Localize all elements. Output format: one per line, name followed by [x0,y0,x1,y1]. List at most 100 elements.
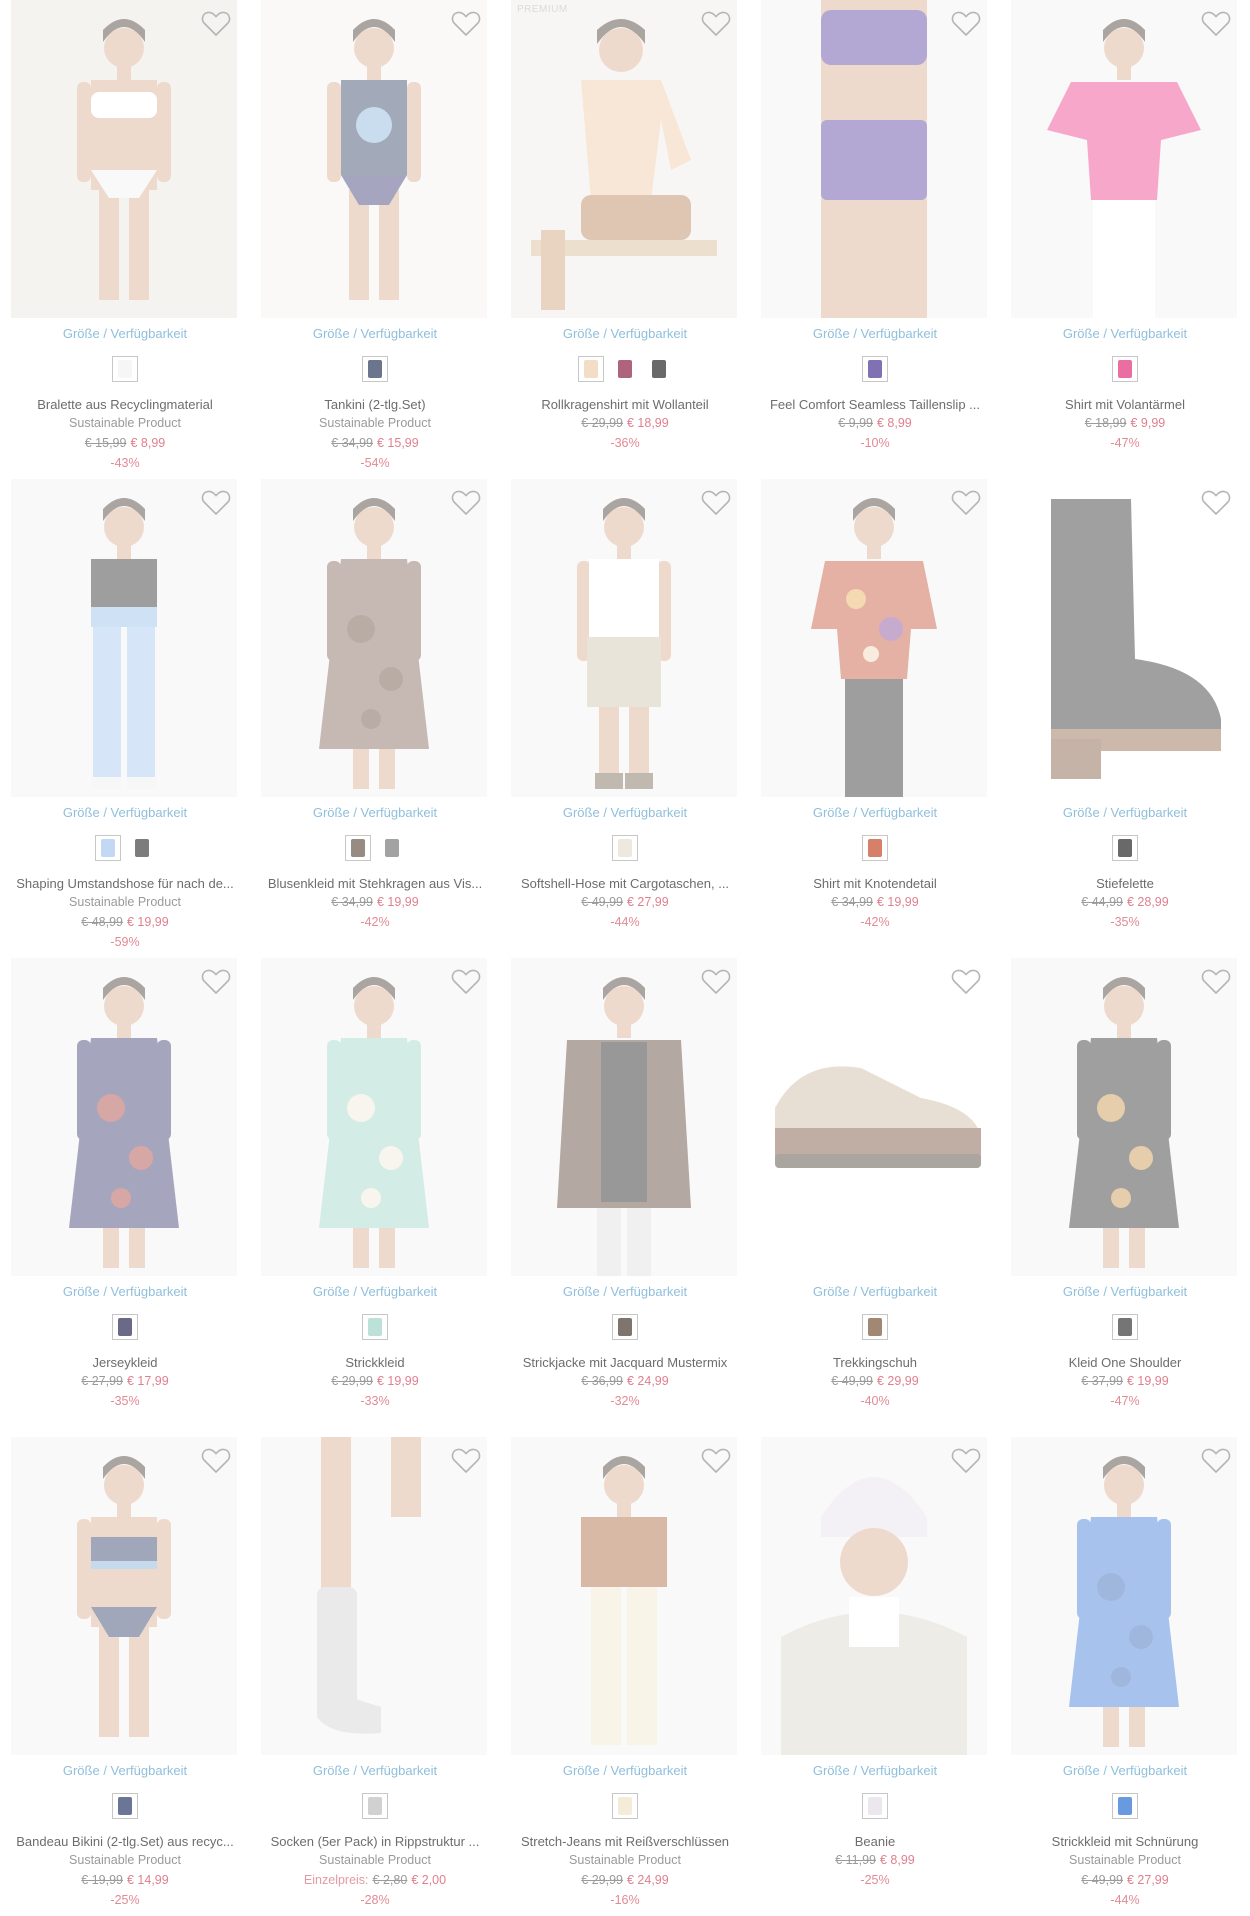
size-availability-link[interactable]: Größe / Verfügbarkeit [500,1284,750,1299]
color-swatch[interactable] [1112,1314,1138,1340]
product-card[interactable]: Größe / Verfügbarkeit Shirt mit Volantärm… [1000,0,1250,479]
product-title[interactable]: Bandeau Bikini (2-tlg.Set) aus recyc... [6,1834,244,1849]
product-card[interactable]: Größe / Verfügbarkeit Beanie € 11,99 € 8,99… [750,1437,1000,1916]
wishlist-heart-icon[interactable] [701,10,731,37]
color-swatch[interactable] [112,1793,138,1819]
product-title[interactable]: Kleid One Shoulder [1006,1355,1244,1370]
product-card[interactable]: PREMIUM Größe / Verfügbarkeit Rollkragensh… [500,0,750,479]
product-card[interactable]: Größe / Verfügbarkeit Strickkleid € 29,99 €… [250,958,500,1437]
product-image[interactable] [261,1437,487,1755]
product-title[interactable]: Trekkingschuh [756,1355,994,1370]
wishlist-heart-icon[interactable] [1201,489,1231,516]
product-card[interactable]: Größe / Verfügbarkeit Socken (5er Pack) i… [250,1437,500,1916]
product-card[interactable]: Größe / Verfügbarkeit Kleid One Shoulder €… [1000,958,1250,1437]
product-title[interactable]: Jerseykleid [6,1355,244,1370]
size-availability-link[interactable]: Größe / Verfügbarkeit [1000,805,1250,820]
wishlist-heart-icon[interactable] [451,489,481,516]
size-availability-link[interactable]: Größe / Verfügbarkeit [500,326,750,341]
size-availability-link[interactable]: Größe / Verfügbarkeit [750,1763,1000,1778]
product-title[interactable]: Stretch-Jeans mit Reißverschlüssen [506,1834,744,1849]
wishlist-heart-icon[interactable] [451,1447,481,1474]
size-availability-link[interactable]: Größe / Verfügbarkeit [0,1284,250,1299]
product-image[interactable] [761,1437,987,1755]
wishlist-heart-icon[interactable] [701,1447,731,1474]
product-image[interactable] [761,958,987,1276]
color-swatch[interactable] [379,835,405,861]
wishlist-heart-icon[interactable] [951,1447,981,1474]
color-swatch[interactable] [362,356,388,382]
product-title[interactable]: Feel Comfort Seamless Taillenslip ... [756,397,994,412]
wishlist-heart-icon[interactable] [201,489,231,516]
wishlist-heart-icon[interactable] [201,1447,231,1474]
color-swatch[interactable] [612,835,638,861]
product-card[interactable]: Größe / Verfügbarkeit Feel Comfort Seamle… [750,0,1000,479]
product-card[interactable]: Größe / Verfügbarkeit Tankini (2-tlg.Set)… [250,0,500,479]
color-swatch[interactable] [612,356,638,382]
wishlist-heart-icon[interactable] [1201,1447,1231,1474]
product-image[interactable] [1011,958,1237,1276]
product-title[interactable]: Rollkragenshirt mit Wollanteil [506,397,744,412]
product-title[interactable]: Shirt mit Knotendetail [756,876,994,891]
product-title[interactable]: Socken (5er Pack) in Rippstruktur ... [256,1834,494,1849]
color-swatch[interactable] [612,1793,638,1819]
color-swatch[interactable] [862,1314,888,1340]
product-image[interactable] [261,958,487,1276]
product-card[interactable]: Größe / Verfügbarkeit Shirt mit Knotendet… [750,479,1000,958]
color-swatch[interactable] [112,1314,138,1340]
size-availability-link[interactable]: Größe / Verfügbarkeit [0,805,250,820]
product-title[interactable]: Bralette aus Recyclingmaterial [6,397,244,412]
product-title[interactable]: Strickjacke mit Jacquard Mustermix [506,1355,744,1370]
product-title[interactable]: Beanie [756,1834,994,1849]
color-swatch[interactable] [862,1793,888,1819]
product-title[interactable]: Shaping Umstandshose für nach de... [6,876,244,891]
wishlist-heart-icon[interactable] [951,968,981,995]
color-swatch[interactable] [1112,1793,1138,1819]
color-swatch[interactable] [1112,356,1138,382]
color-swatch[interactable] [646,356,672,382]
product-title[interactable]: Blusenkleid mit Stehkragen aus Vis... [256,876,494,891]
color-swatch[interactable] [362,1793,388,1819]
size-availability-link[interactable]: Größe / Verfügbarkeit [750,1284,1000,1299]
color-swatch[interactable] [612,1314,638,1340]
size-availability-link[interactable]: Größe / Verfügbarkeit [750,326,1000,341]
color-swatch[interactable] [1112,835,1138,861]
product-title[interactable]: Softshell-Hose mit Cargotaschen, ... [506,876,744,891]
color-swatch[interactable] [112,356,138,382]
product-image[interactable] [1011,1437,1237,1755]
product-card[interactable]: Größe / Verfügbarkeit Softshell-Hose mit … [500,479,750,958]
color-swatch[interactable] [345,835,371,861]
product-card[interactable]: Größe / Verfügbarkeit Bralette aus Recycl… [0,0,250,479]
product-card[interactable]: Größe / Verfügbarkeit Stiefelette € 44,99 €… [1000,479,1250,958]
product-image[interactable] [11,1437,237,1755]
size-availability-link[interactable]: Größe / Verfügbarkeit [1000,1284,1250,1299]
size-availability-link[interactable]: Größe / Verfügbarkeit [250,1763,500,1778]
color-swatch[interactable] [362,1314,388,1340]
product-image[interactable] [11,0,237,318]
wishlist-heart-icon[interactable] [451,968,481,995]
product-image[interactable]: PREMIUM [511,0,737,318]
product-image[interactable] [261,479,487,797]
product-card[interactable]: Größe / Verfügbarkeit Stretch-Jeans mit R… [500,1437,750,1916]
product-image[interactable] [1011,0,1237,318]
color-swatch[interactable] [578,356,604,382]
product-image[interactable] [511,958,737,1276]
color-swatch[interactable] [862,835,888,861]
product-image[interactable] [511,479,737,797]
product-card[interactable]: Größe / Verfügbarkeit Blusenkleid mit Ste… [250,479,500,958]
size-availability-link[interactable]: Größe / Verfügbarkeit [250,1284,500,1299]
product-card[interactable]: Größe / Verfügbarkeit Trekkingschuh € 49,9… [750,958,1000,1437]
size-availability-link[interactable]: Größe / Verfügbarkeit [1000,1763,1250,1778]
size-availability-link[interactable]: Größe / Verfügbarkeit [500,1763,750,1778]
product-image[interactable] [761,479,987,797]
wishlist-heart-icon[interactable] [201,10,231,37]
wishlist-heart-icon[interactable] [701,489,731,516]
size-availability-link[interactable]: Größe / Verfügbarkeit [1000,326,1250,341]
product-title[interactable]: Tankini (2-tlg.Set) [256,397,494,412]
product-card[interactable]: Größe / Verfügbarkeit Strickjacke mit Jac… [500,958,750,1437]
product-title[interactable]: Strickkleid mit Schnürung [1006,1834,1244,1849]
product-image[interactable] [511,1437,737,1755]
wishlist-heart-icon[interactable] [701,968,731,995]
color-swatch[interactable] [862,356,888,382]
product-image[interactable] [1011,479,1237,797]
wishlist-heart-icon[interactable] [201,968,231,995]
